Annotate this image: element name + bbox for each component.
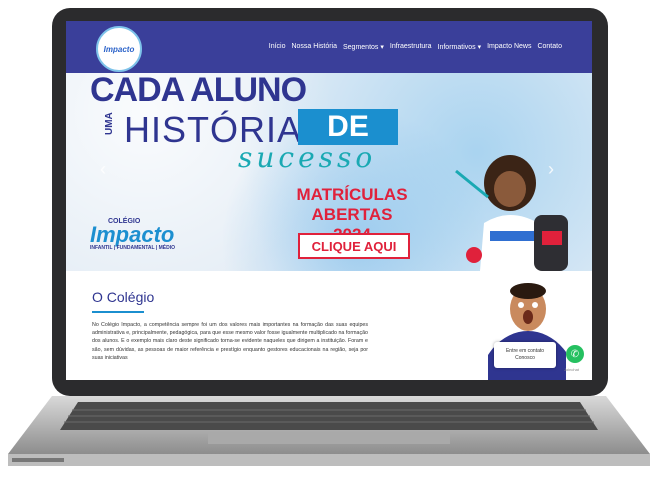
hero-headline: CADA ALUNO	[90, 73, 307, 109]
o-colegio-section: O Colégio No Colégio Impacto, a competên…	[66, 271, 592, 380]
nav-item-impacto-news[interactable]: Impacto News	[487, 43, 531, 51]
section-title: O Colégio	[92, 289, 155, 305]
chat-invite-bubble[interactable]: Entre em contato Conosco	[494, 342, 556, 368]
hero-brand-logo: COLÉGIO Impacto INFANTIL | FUNDAMENTAL |…	[90, 218, 175, 251]
nav-item-informativos[interactable]: Informativos ▾	[438, 43, 482, 51]
nav-item-infraestrutura[interactable]: Infraestrutura	[390, 43, 432, 51]
chat-line1: Entre em contato	[505, 348, 545, 354]
browser-screen: Impacto Início Nossa História Segmentos …	[66, 21, 592, 380]
logo-text: Impacto	[103, 44, 135, 54]
girl-illustration	[455, 155, 568, 271]
laptop-base	[8, 396, 650, 466]
section-title-underline	[92, 311, 144, 313]
nav-item-contato[interactable]: Contato	[537, 43, 562, 51]
hero-banner[interactable]: CADA ALUNO UMA HISTÓRIA DE sucesso MATRÍ…	[66, 73, 592, 271]
brand-name: Impacto	[90, 222, 175, 247]
nav-item-inicio[interactable]: Início	[269, 43, 286, 51]
section-paragraph: No Colégio Impacto, a competência sempre…	[92, 322, 368, 361]
nav-item-segmentos[interactable]: Segmentos ▾	[343, 43, 384, 51]
carousel-prev-arrow-icon[interactable]: ‹	[100, 159, 106, 180]
hero-uma: UMA	[104, 112, 115, 135]
cta-clique-aqui-button[interactable]: CLIQUE AQUI	[298, 233, 410, 259]
whatsapp-icon[interactable]: ✆	[566, 345, 584, 363]
main-menu: Início Nossa História Segmentos ▾ Infrae…	[269, 43, 562, 51]
site-logo[interactable]: Impacto	[96, 26, 142, 72]
top-navbar: Impacto Início Nossa História Segmentos …	[66, 21, 592, 73]
joinchat-badge: Joinchat	[564, 367, 579, 372]
hero-de-box: DE	[298, 109, 398, 145]
nav-item-nossa-historia[interactable]: Nossa História	[291, 43, 337, 51]
brand-levels: INFANTIL | FUNDAMENTAL | MÉDIO	[90, 245, 176, 251]
hero-sucesso: sucesso	[238, 141, 377, 174]
chat-line2: Conosco	[515, 355, 535, 361]
